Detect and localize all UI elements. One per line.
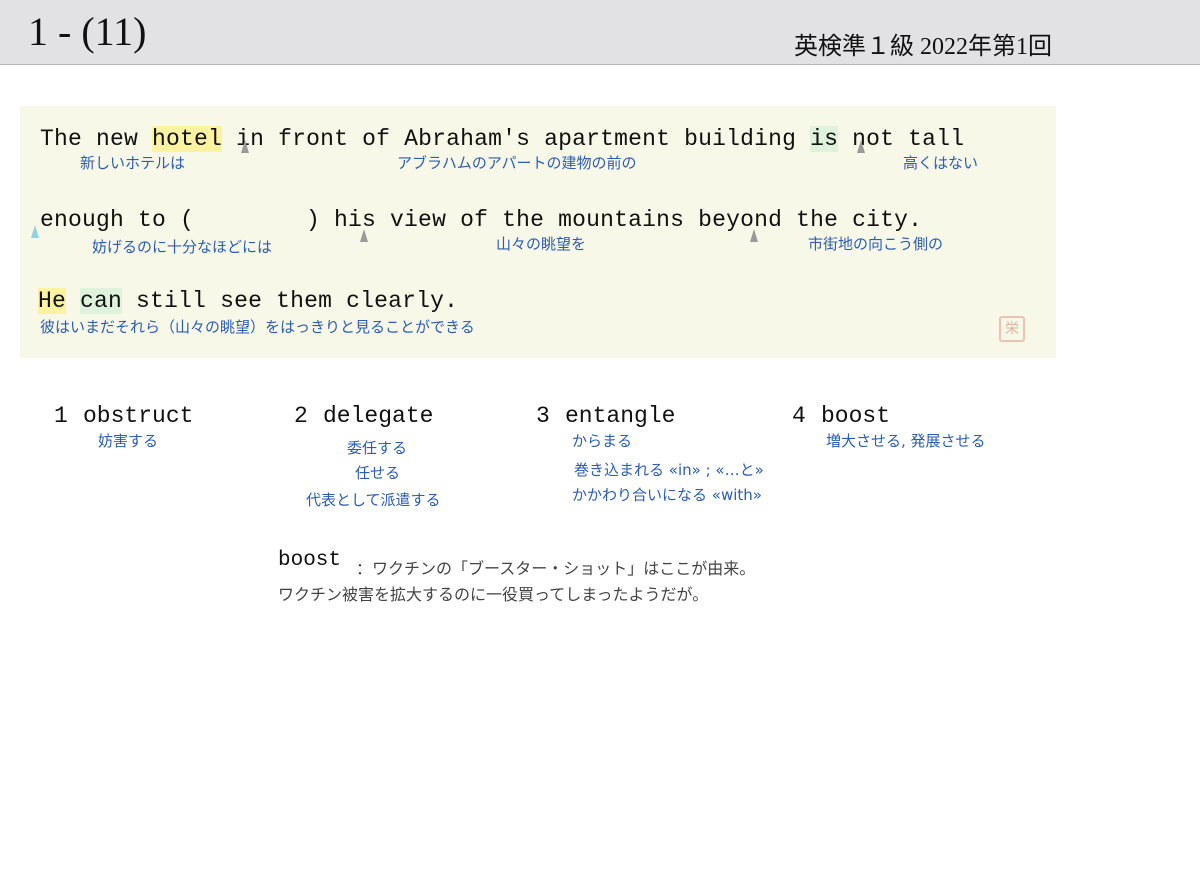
chunk-marker — [31, 225, 39, 238]
choice-2-meaning: 任せる — [355, 464, 401, 482]
choice-3-meaning: 巻き込まれる «in» ; «…と» — [574, 461, 764, 479]
choice-3-word[interactable]: entangle — [565, 403, 675, 429]
phrase-rest: still see them clearly. — [122, 288, 459, 314]
note-line-1: ：ワクチンの「ブースター・ショット」はここが由来。 — [356, 559, 756, 578]
gloss-view: 山々の眺望を — [496, 235, 587, 253]
gloss-he: 彼はいまだそれら（山々の眺望）をはっきりと見ることができる — [40, 318, 475, 336]
sentence-line-1: The new hotel in front of Abraham's apar… — [40, 126, 964, 152]
word-space — [66, 288, 80, 314]
phrase-in-front: in front of Abraham's apartment building — [236, 126, 811, 152]
word-he: He — [38, 288, 67, 314]
choice-3-meaning: からまる — [572, 432, 633, 450]
choice-2-word[interactable]: delegate — [323, 403, 433, 429]
gloss-hotel: 新しいホテルは — [80, 154, 186, 172]
slide-number: 1 - (11) — [28, 9, 147, 54]
choice-1-number: 1 — [54, 403, 68, 429]
note-word: boost — [278, 549, 342, 572]
sentence-line-2: enough to ( ) his view of the mountains … — [40, 207, 923, 233]
choice-3-number: 3 — [536, 403, 550, 429]
note-line-2: ワクチン被害を拡大するのに一役買ってしまったようだが。 — [278, 585, 709, 604]
chunk-marker — [750, 229, 758, 242]
gloss-city: 市街地の向こう側の — [808, 235, 944, 253]
chunk-marker — [360, 229, 368, 242]
word-is: is — [810, 126, 839, 152]
choice-2-meaning: 代表として派遣する — [306, 491, 441, 509]
exam-title: 英検準１級 2022年第1回 — [794, 34, 1052, 60]
word-space — [222, 126, 236, 152]
choice-3-meaning: かかわり合いになる «with» — [572, 486, 762, 504]
choice-4-meaning: 増大させる, 発展させる — [826, 432, 986, 450]
word-the-new: The new — [40, 126, 153, 152]
choice-1-word[interactable]: obstruct — [83, 403, 193, 429]
choice-2-meaning: 委任する — [347, 439, 408, 457]
choice-1-meaning: 妨害する — [98, 432, 159, 450]
word-can: can — [80, 288, 123, 314]
seal-stamp: 栄 — [999, 316, 1025, 342]
gloss-building: アブラハムのアパートの建物の前の — [397, 154, 637, 172]
choice-4-word[interactable]: boost — [821, 403, 890, 429]
slide-header: 1 - (11) 英検準１級 2022年第1回 — [0, 0, 1200, 65]
word-hotel: hotel — [152, 126, 223, 152]
chunk-marker — [241, 140, 249, 153]
gloss-enough: 妨げるのに十分なほどには — [92, 238, 273, 256]
gloss-tall: 高くはない — [903, 154, 979, 172]
choice-4-number: 4 — [792, 403, 806, 429]
sentence-line-3: He can still see them clearly. — [38, 288, 458, 314]
choice-2-number: 2 — [294, 403, 308, 429]
chunk-marker — [857, 140, 865, 153]
